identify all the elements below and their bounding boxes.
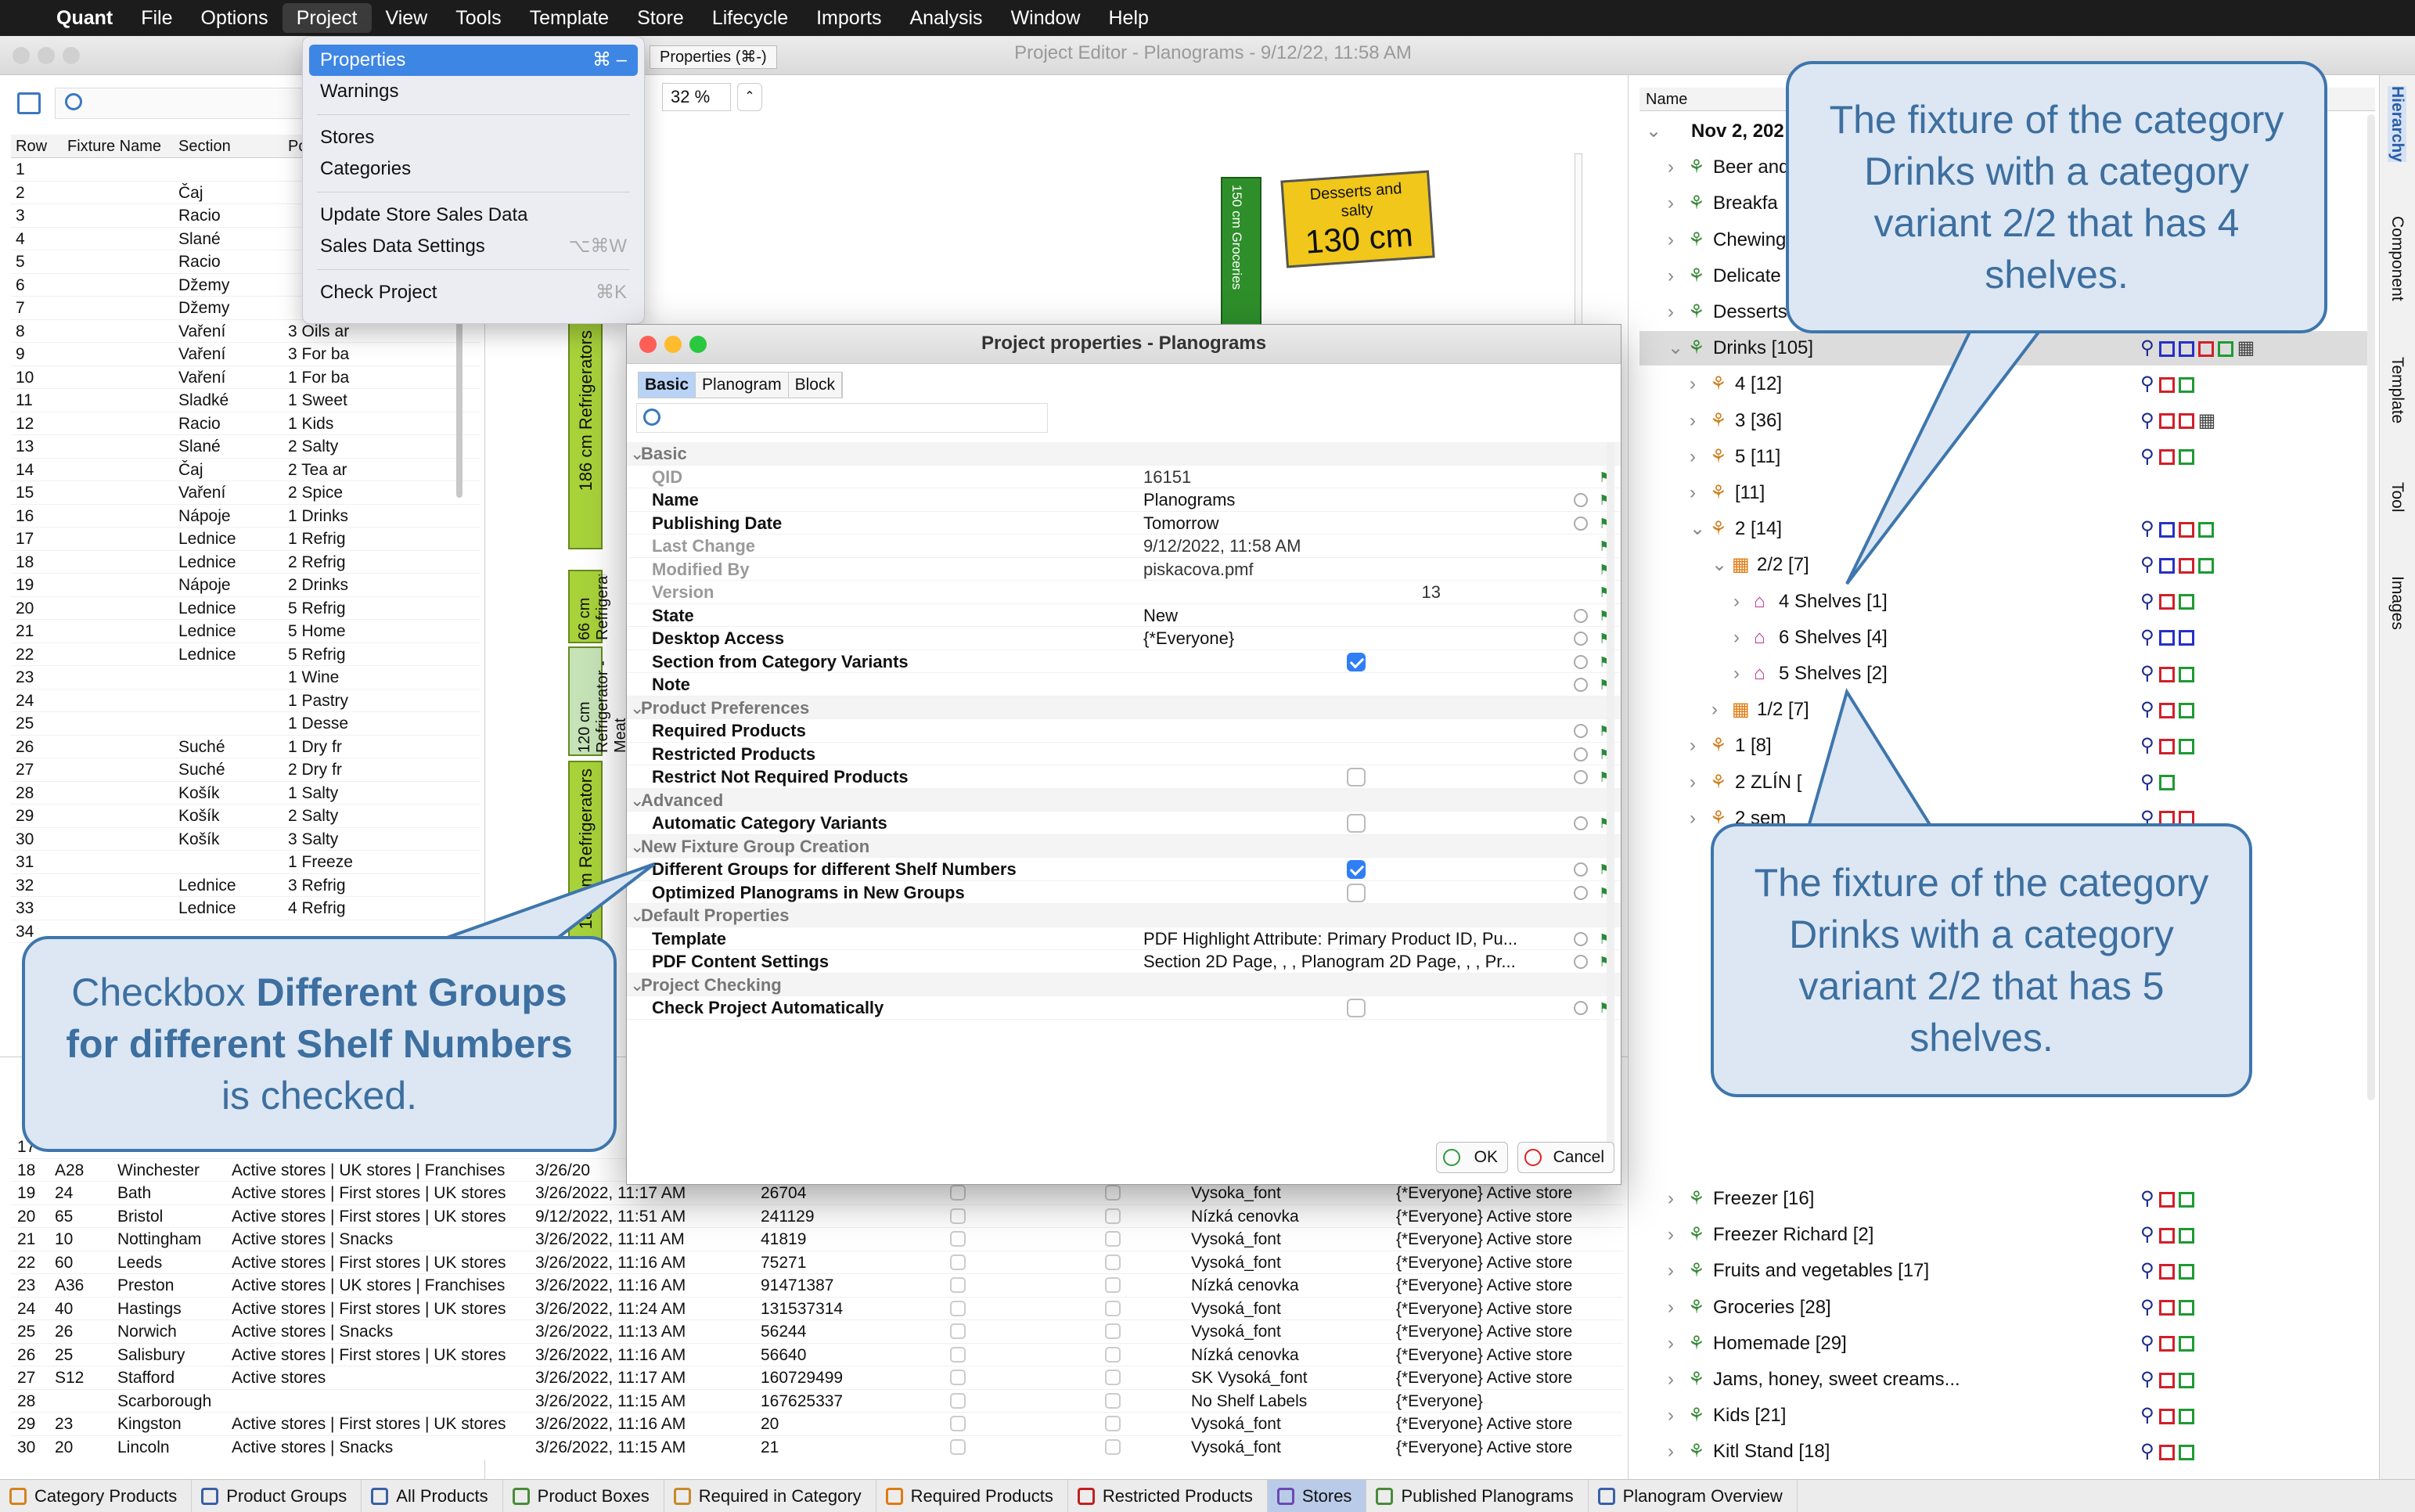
bottom-tab-label: Product Boxes — [537, 1485, 650, 1506]
tab-icon — [512, 1487, 530, 1505]
bottom-tab[interactable]: Category Products — [0, 1479, 193, 1512]
bottom-tab-bar: Category Products Product Groups All Produ… — [0, 1479, 2415, 1512]
bottom-tab[interactable]: Product Groups — [192, 1479, 362, 1512]
left-callout: Checkbox Different Groups for different … — [22, 936, 617, 1152]
bottom-tab[interactable]: Stores — [1267, 1479, 1367, 1512]
tab-icon — [9, 1487, 27, 1505]
tab-icon — [1276, 1487, 1294, 1505]
tab-icon — [1376, 1487, 1394, 1505]
bottom-tab-label: Required in Category — [698, 1485, 862, 1506]
tab-icon — [1077, 1487, 1095, 1505]
bottom-tab-label: Restricted Products — [1102, 1485, 1253, 1506]
bottom-tab[interactable]: All Products — [362, 1479, 503, 1512]
top-right-callout-pointer — [1845, 326, 2046, 585]
bottom-tab-label: Stores — [1301, 1485, 1352, 1506]
tab-icon — [201, 1487, 219, 1505]
bottom-tab[interactable]: Published Planograms — [1366, 1479, 1589, 1512]
tab-icon — [1597, 1487, 1615, 1505]
tab-icon — [673, 1487, 691, 1505]
bottom-tab-label: Planogram Overview — [1622, 1485, 1783, 1506]
bottom-tab-label: Published Planograms — [1401, 1485, 1574, 1506]
bottom-right-callout-pointer — [1805, 688, 1936, 831]
bottom-tab-label: All Products — [396, 1485, 488, 1506]
bottom-tab-label: Product Groups — [226, 1485, 347, 1506]
bottom-tab-label: Category Products — [34, 1485, 178, 1506]
bottom-tab[interactable]: Product Boxes — [503, 1479, 664, 1512]
bottom-tab[interactable]: Required Products — [876, 1479, 1068, 1512]
tab-icon — [371, 1487, 389, 1505]
bottom-right-callout: The fixture of the category Drinks with … — [1711, 823, 2252, 1097]
bottom-tab-label: Required Products — [910, 1485, 1053, 1506]
tab-icon — [885, 1487, 903, 1505]
bottom-tab[interactable]: Restricted Products — [1068, 1479, 1268, 1512]
bottom-tab[interactable]: Required in Category — [664, 1479, 876, 1512]
bottom-tab[interactable]: Planogram Overview — [1589, 1479, 1798, 1512]
left-callout-pointer — [437, 862, 656, 942]
top-right-callout: The fixture of the category Drinks with … — [1786, 61, 2327, 333]
